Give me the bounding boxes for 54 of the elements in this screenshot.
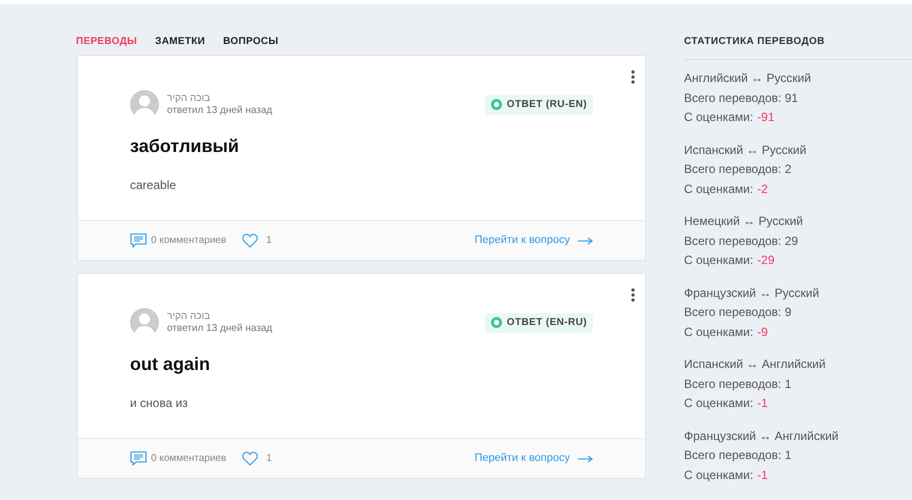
- rated-value: -2: [757, 180, 768, 198]
- heart-icon[interactable]: [242, 233, 258, 248]
- arrow-right-icon: [578, 454, 593, 462]
- heart-icon[interactable]: [242, 451, 258, 466]
- stats-heading: СТАТИСТИКА ПЕРЕВОДОВ: [684, 34, 912, 60]
- comments-count[interactable]: 0 комментариев: [151, 233, 226, 248]
- answer-time: ответил 13 дней назад: [167, 104, 272, 116]
- answer-badge: ОТВЕТ (EN-RU): [484, 312, 593, 332]
- tab[interactable]: ЗАМЕТКИ: [155, 34, 206, 49]
- post-title: заботливый: [130, 135, 240, 158]
- language-pair: Испанский ↔ Русский: [684, 142, 808, 158]
- likes-count: 1: [266, 452, 272, 466]
- language-pair: Немецкий ↔ Русский: [684, 213, 804, 230]
- answer-time: ответил 13 дней назад: [167, 322, 272, 334]
- rated-label: С оценками:: [684, 466, 754, 484]
- total-translations: Всего переводов: 2: [684, 161, 792, 178]
- language-pair: Французский ↔ Английский: [684, 428, 840, 444]
- answer-badge: ОТВЕТ (RU-EN): [484, 94, 593, 114]
- total-translations: Всего переводов: 9: [684, 304, 792, 321]
- total-translations: Всего переводов: 91: [684, 90, 800, 106]
- rated-value: -9: [757, 324, 768, 340]
- rated-value: -29: [757, 252, 775, 269]
- arrow-right-icon: [578, 236, 593, 244]
- question-link[interactable]: Перейти к вопросу: [474, 450, 570, 467]
- avatar-icon: [130, 90, 159, 119]
- question-link[interactable]: Перейти к вопросу: [474, 232, 570, 249]
- avatar-icon: [130, 308, 159, 337]
- author-name[interactable]: בוכה הקיר: [167, 92, 272, 104]
- comments-count[interactable]: 0 комментариев: [151, 451, 226, 466]
- rated-label: С оценками:: [684, 109, 754, 126]
- rated-value: -91: [757, 109, 775, 126]
- more-menu-icon[interactable]: [631, 288, 635, 302]
- likes-count: 1: [266, 234, 272, 248]
- rated-label: С оценками:: [684, 180, 754, 198]
- rated-value: -1: [757, 466, 768, 484]
- rated-label: С оценками:: [684, 252, 754, 269]
- tab[interactable]: ПЕРЕВОДЫ: [76, 34, 138, 49]
- post-text: и снова из: [130, 395, 189, 412]
- rated-label: С оценками:: [684, 324, 754, 340]
- language-pair: Английский ↔ Русский: [684, 70, 812, 87]
- comment-icon[interactable]: [130, 233, 147, 248]
- post-text: careable: [130, 177, 178, 194]
- more-menu-icon[interactable]: [631, 70, 635, 84]
- rated-value: -1: [757, 395, 768, 412]
- comment-icon[interactable]: [130, 451, 147, 466]
- total-translations: Всего переводов: 1: [684, 376, 792, 392]
- total-translations: Всего переводов: 1: [684, 447, 792, 464]
- total-translations: Всего переводов: 29: [684, 232, 800, 250]
- rated-label: С оценками:: [684, 395, 754, 412]
- language-pair: Испанский ↔ Английский: [684, 356, 827, 373]
- tab[interactable]: ВОПРОСЫ: [223, 34, 279, 49]
- language-pair: Французский ↔ Русский: [684, 284, 820, 302]
- author-name[interactable]: בוכה הקיר: [167, 310, 272, 322]
- post-title: out again: [130, 353, 211, 376]
